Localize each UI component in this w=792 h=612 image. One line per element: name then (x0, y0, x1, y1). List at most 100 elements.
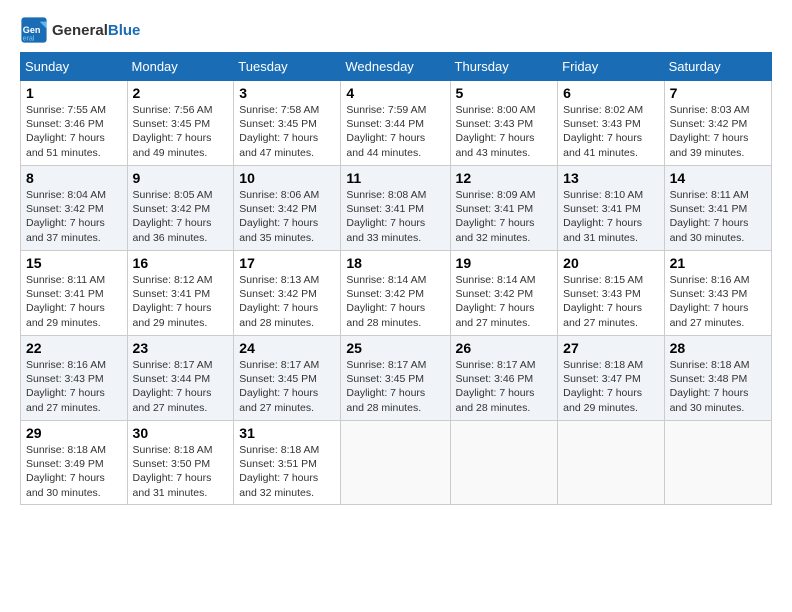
calendar-cell: 4 Sunrise: 7:59 AMSunset: 3:44 PMDayligh… (341, 81, 450, 166)
day-number: 9 (133, 170, 229, 186)
day-number: 29 (26, 425, 122, 441)
day-info: Sunrise: 8:18 AMSunset: 3:47 PMDaylight:… (563, 359, 643, 414)
day-info: Sunrise: 8:02 AMSunset: 3:43 PMDaylight:… (563, 104, 643, 159)
day-info: Sunrise: 8:08 AMSunset: 3:41 PMDaylight:… (346, 189, 426, 244)
calendar-cell (450, 421, 558, 505)
day-info: Sunrise: 8:17 AMSunset: 3:44 PMDaylight:… (133, 359, 213, 414)
day-info: Sunrise: 8:18 AMSunset: 3:49 PMDaylight:… (26, 444, 106, 499)
day-info: Sunrise: 8:10 AMSunset: 3:41 PMDaylight:… (563, 189, 643, 244)
day-info: Sunrise: 8:14 AMSunset: 3:42 PMDaylight:… (346, 274, 426, 329)
day-number: 19 (456, 255, 553, 271)
calendar-cell: 31 Sunrise: 8:18 AMSunset: 3:51 PMDaylig… (234, 421, 341, 505)
day-number: 11 (346, 170, 444, 186)
calendar-cell: 6 Sunrise: 8:02 AMSunset: 3:43 PMDayligh… (558, 81, 664, 166)
day-number: 15 (26, 255, 122, 271)
day-number: 23 (133, 340, 229, 356)
calendar-cell: 18 Sunrise: 8:14 AMSunset: 3:42 PMDaylig… (341, 251, 450, 336)
calendar-cell: 30 Sunrise: 8:18 AMSunset: 3:50 PMDaylig… (127, 421, 234, 505)
svg-text:Gen: Gen (23, 25, 41, 35)
day-number: 3 (239, 85, 335, 101)
day-info: Sunrise: 8:09 AMSunset: 3:41 PMDaylight:… (456, 189, 536, 244)
calendar-cell: 13 Sunrise: 8:10 AMSunset: 3:41 PMDaylig… (558, 166, 664, 251)
day-number: 14 (670, 170, 766, 186)
calendar-cell: 14 Sunrise: 8:11 AMSunset: 3:41 PMDaylig… (664, 166, 771, 251)
calendar-cell: 9 Sunrise: 8:05 AMSunset: 3:42 PMDayligh… (127, 166, 234, 251)
day-number: 10 (239, 170, 335, 186)
day-number: 13 (563, 170, 658, 186)
weekday-header-thursday: Thursday (450, 53, 558, 81)
day-info: Sunrise: 8:15 AMSunset: 3:43 PMDaylight:… (563, 274, 643, 329)
calendar-cell: 25 Sunrise: 8:17 AMSunset: 3:45 PMDaylig… (341, 336, 450, 421)
day-number: 24 (239, 340, 335, 356)
day-number: 5 (456, 85, 553, 101)
weekday-header-row: SundayMondayTuesdayWednesdayThursdayFrid… (21, 53, 772, 81)
day-number: 25 (346, 340, 444, 356)
calendar-cell: 23 Sunrise: 8:17 AMSunset: 3:44 PMDaylig… (127, 336, 234, 421)
weekday-header-friday: Friday (558, 53, 664, 81)
day-number: 1 (26, 85, 122, 101)
weekday-header-sunday: Sunday (21, 53, 128, 81)
calendar-cell: 15 Sunrise: 8:11 AMSunset: 3:41 PMDaylig… (21, 251, 128, 336)
calendar-cell: 29 Sunrise: 8:18 AMSunset: 3:49 PMDaylig… (21, 421, 128, 505)
calendar-cell (558, 421, 664, 505)
day-info: Sunrise: 8:05 AMSunset: 3:42 PMDaylight:… (133, 189, 213, 244)
calendar-cell (341, 421, 450, 505)
day-number: 16 (133, 255, 229, 271)
calendar-cell: 1 Sunrise: 7:55 AMSunset: 3:46 PMDayligh… (21, 81, 128, 166)
day-number: 2 (133, 85, 229, 101)
day-number: 18 (346, 255, 444, 271)
weekday-header-saturday: Saturday (664, 53, 771, 81)
weekday-header-monday: Monday (127, 53, 234, 81)
day-number: 17 (239, 255, 335, 271)
day-info: Sunrise: 8:03 AMSunset: 3:42 PMDaylight:… (670, 104, 750, 159)
day-info: Sunrise: 8:18 AMSunset: 3:50 PMDaylight:… (133, 444, 213, 499)
svg-text:eral: eral (23, 36, 35, 43)
calendar-cell: 27 Sunrise: 8:18 AMSunset: 3:47 PMDaylig… (558, 336, 664, 421)
day-info: Sunrise: 8:11 AMSunset: 3:41 PMDaylight:… (26, 274, 105, 329)
calendar-cell: 20 Sunrise: 8:15 AMSunset: 3:43 PMDaylig… (558, 251, 664, 336)
day-info: Sunrise: 8:04 AMSunset: 3:42 PMDaylight:… (26, 189, 106, 244)
day-number: 22 (26, 340, 122, 356)
calendar-cell: 2 Sunrise: 7:56 AMSunset: 3:45 PMDayligh… (127, 81, 234, 166)
day-info: Sunrise: 8:18 AMSunset: 3:48 PMDaylight:… (670, 359, 750, 414)
day-number: 6 (563, 85, 658, 101)
day-number: 27 (563, 340, 658, 356)
weekday-header-tuesday: Tuesday (234, 53, 341, 81)
calendar-cell: 17 Sunrise: 8:13 AMSunset: 3:42 PMDaylig… (234, 251, 341, 336)
day-info: Sunrise: 7:58 AMSunset: 3:45 PMDaylight:… (239, 104, 319, 159)
day-number: 20 (563, 255, 658, 271)
calendar-cell: 19 Sunrise: 8:14 AMSunset: 3:42 PMDaylig… (450, 251, 558, 336)
calendar-cell: 11 Sunrise: 8:08 AMSunset: 3:41 PMDaylig… (341, 166, 450, 251)
day-info: Sunrise: 8:17 AMSunset: 3:46 PMDaylight:… (456, 359, 536, 414)
calendar-cell: 28 Sunrise: 8:18 AMSunset: 3:48 PMDaylig… (664, 336, 771, 421)
header: Gen eral GeneralBlue (20, 16, 772, 44)
calendar-cell: 22 Sunrise: 8:16 AMSunset: 3:43 PMDaylig… (21, 336, 128, 421)
day-info: Sunrise: 8:16 AMSunset: 3:43 PMDaylight:… (26, 359, 106, 414)
day-info: Sunrise: 8:06 AMSunset: 3:42 PMDaylight:… (239, 189, 319, 244)
day-info: Sunrise: 8:14 AMSunset: 3:42 PMDaylight:… (456, 274, 536, 329)
calendar-cell: 21 Sunrise: 8:16 AMSunset: 3:43 PMDaylig… (664, 251, 771, 336)
calendar-cell: 24 Sunrise: 8:17 AMSunset: 3:45 PMDaylig… (234, 336, 341, 421)
day-info: Sunrise: 8:00 AMSunset: 3:43 PMDaylight:… (456, 104, 536, 159)
calendar-cell: 5 Sunrise: 8:00 AMSunset: 3:43 PMDayligh… (450, 81, 558, 166)
day-info: Sunrise: 8:12 AMSunset: 3:41 PMDaylight:… (133, 274, 213, 329)
day-info: Sunrise: 8:17 AMSunset: 3:45 PMDaylight:… (239, 359, 319, 414)
day-info: Sunrise: 7:56 AMSunset: 3:45 PMDaylight:… (133, 104, 213, 159)
calendar-table: SundayMondayTuesdayWednesdayThursdayFrid… (20, 52, 772, 505)
calendar-cell (664, 421, 771, 505)
calendar-cell: 12 Sunrise: 8:09 AMSunset: 3:41 PMDaylig… (450, 166, 558, 251)
logo: Gen eral GeneralBlue (20, 16, 140, 44)
day-number: 7 (670, 85, 766, 101)
calendar-cell: 10 Sunrise: 8:06 AMSunset: 3:42 PMDaylig… (234, 166, 341, 251)
day-number: 28 (670, 340, 766, 356)
day-info: Sunrise: 8:11 AMSunset: 3:41 PMDaylight:… (670, 189, 749, 244)
day-number: 12 (456, 170, 553, 186)
day-info: Sunrise: 8:18 AMSunset: 3:51 PMDaylight:… (239, 444, 319, 499)
calendar-cell: 7 Sunrise: 8:03 AMSunset: 3:42 PMDayligh… (664, 81, 771, 166)
day-info: Sunrise: 8:13 AMSunset: 3:42 PMDaylight:… (239, 274, 319, 329)
day-info: Sunrise: 8:17 AMSunset: 3:45 PMDaylight:… (346, 359, 426, 414)
calendar-cell: 3 Sunrise: 7:58 AMSunset: 3:45 PMDayligh… (234, 81, 341, 166)
day-info: Sunrise: 8:16 AMSunset: 3:43 PMDaylight:… (670, 274, 750, 329)
day-number: 21 (670, 255, 766, 271)
day-number: 31 (239, 425, 335, 441)
